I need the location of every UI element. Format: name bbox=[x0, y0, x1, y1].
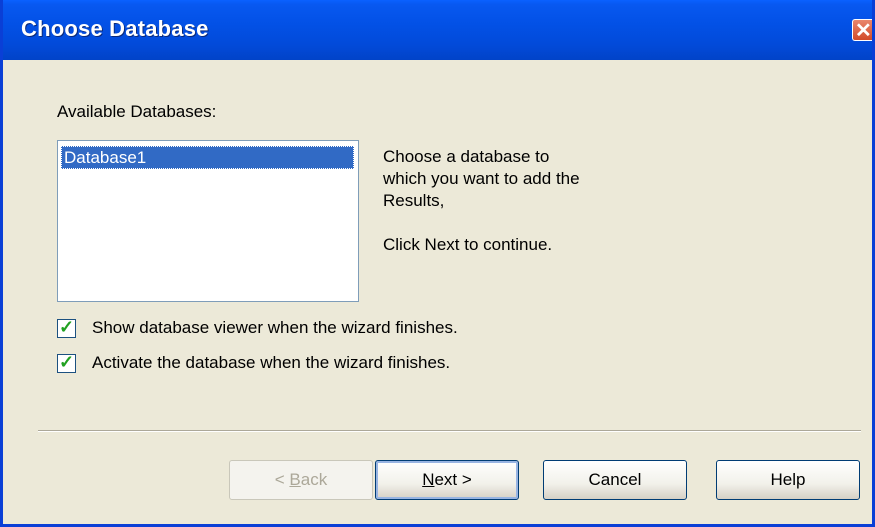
back-accelerator: B bbox=[289, 470, 301, 489]
available-databases-label: Available Databases: bbox=[57, 102, 217, 121]
title-bar[interactable]: Choose Database ✕ bbox=[3, 0, 872, 60]
back-prefix: < bbox=[274, 470, 290, 489]
activate-db-label[interactable]: Activate the database when the wizard fi… bbox=[92, 353, 450, 373]
next-label-rest: ext > bbox=[434, 470, 472, 489]
close-button[interactable]: ✕ bbox=[852, 19, 872, 42]
activate-db-checkbox[interactable]: ✓ bbox=[57, 352, 76, 373]
instructions-continue: Click Next to continue. bbox=[383, 235, 553, 254]
choose-database-dialog: Choose Database ✕ Available Databases: D… bbox=[0, 0, 875, 527]
back-button[interactable]: < Back bbox=[229, 460, 373, 500]
next-accelerator: N bbox=[422, 470, 435, 489]
cancel-button[interactable]: Cancel bbox=[543, 460, 687, 500]
next-button[interactable]: Next > bbox=[375, 460, 519, 500]
instructions-line: which you want to add the bbox=[383, 169, 580, 188]
show-viewer-checkbox[interactable]: ✓ bbox=[57, 317, 76, 338]
instructions-line: Results, bbox=[383, 191, 445, 210]
back-label-rest: ack bbox=[300, 470, 328, 489]
checkmark-icon: ✓ bbox=[59, 352, 75, 372]
separator bbox=[38, 430, 861, 432]
instructions-line: Choose a database to bbox=[383, 147, 550, 166]
show-viewer-label[interactable]: Show database viewer when the wizard fin… bbox=[92, 318, 458, 338]
dialog-body: Available Databases: Database1 Choose a … bbox=[3, 60, 872, 524]
instructions-text: Choose a database to which you want to a… bbox=[383, 146, 580, 256]
databases-listbox[interactable]: Database1 bbox=[57, 140, 359, 302]
list-item-database1[interactable]: Database1 bbox=[61, 146, 354, 169]
close-icon: ✕ bbox=[855, 20, 872, 42]
help-button[interactable]: Help bbox=[716, 460, 860, 500]
dialog-title: Choose Database bbox=[21, 16, 209, 41]
checkmark-icon: ✓ bbox=[59, 317, 75, 337]
